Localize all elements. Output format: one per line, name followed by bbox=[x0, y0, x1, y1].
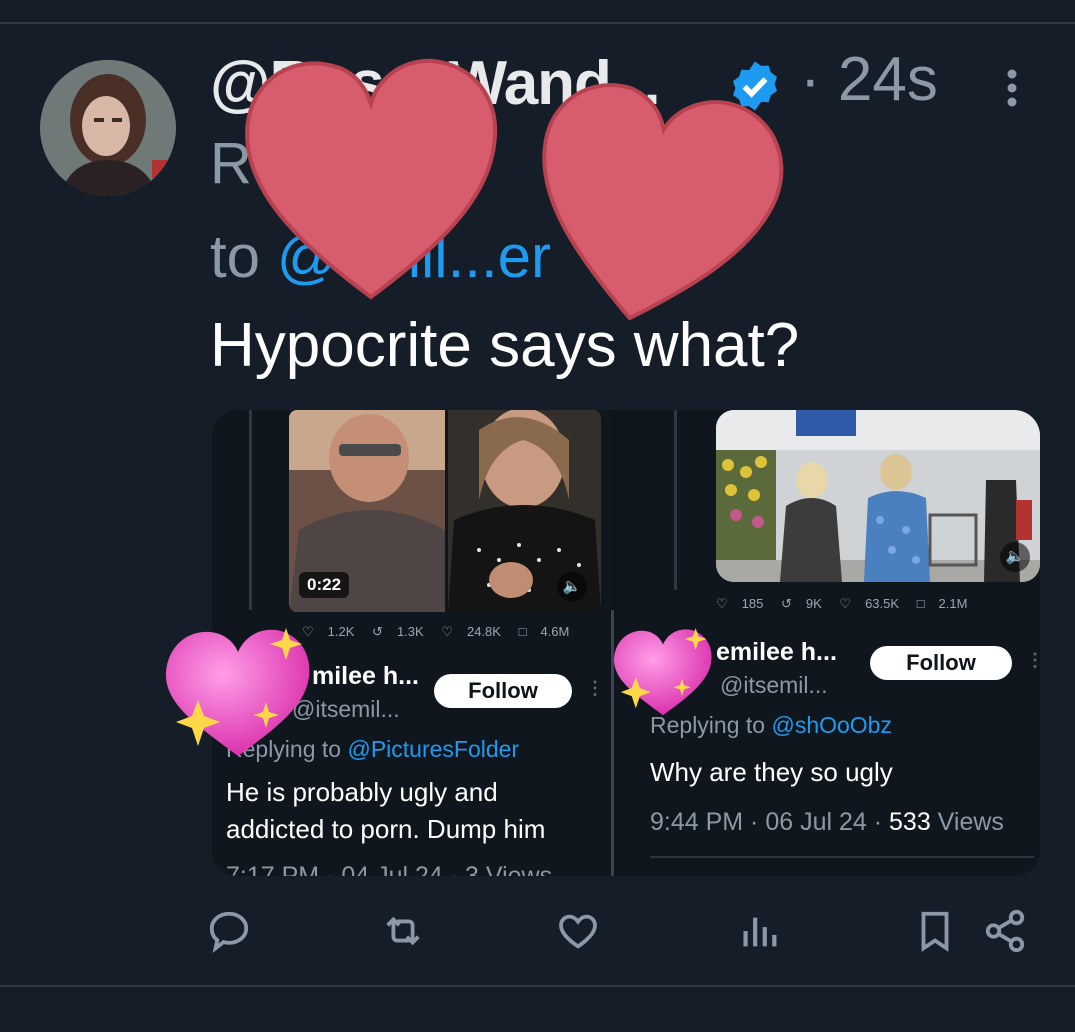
sparkle-heart-sticker-1 bbox=[165, 628, 310, 756]
stat-likes-right: 63.5K bbox=[865, 596, 900, 611]
embed-author-handle-right: @itsemil... bbox=[720, 672, 828, 698]
post-time: · 24s bbox=[800, 45, 938, 114]
embed-divider-right bbox=[650, 856, 1034, 858]
embedded-video-right[interactable]: 🔈 bbox=[716, 410, 1040, 582]
video-duration: 0:22 bbox=[299, 572, 350, 598]
embed-views-label-right: Views bbox=[930, 808, 1004, 836]
stat-views-right: 2.1M bbox=[938, 596, 968, 611]
stat-reposts-right: 9K bbox=[805, 596, 822, 611]
thread-line-right bbox=[674, 410, 677, 590]
embed-text-left: He is probably ugly and addicted to porn… bbox=[226, 777, 546, 844]
embed-stats-right: ♡ 185 ↺ 9K ♡ 63.5K □ 2.1M bbox=[716, 596, 968, 611]
embed-text-right: Why are they so ugly bbox=[650, 757, 893, 787]
views-icon[interactable] bbox=[736, 908, 782, 954]
sparkle-heart-sticker-2 bbox=[613, 628, 712, 716]
retweet-icon[interactable] bbox=[380, 908, 426, 954]
reply-icon[interactable] bbox=[206, 908, 252, 954]
embed-more-icon[interactable]: ⋮ bbox=[586, 678, 604, 699]
heart-sticker-1 bbox=[245, 58, 498, 300]
avatar-image bbox=[40, 60, 176, 196]
mute-icon-right[interactable]: 🔈 bbox=[1000, 542, 1030, 572]
stat-likes: 24.8K bbox=[466, 624, 501, 639]
bookmark-icon[interactable] bbox=[912, 908, 958, 954]
embed-more-icon-right[interactable]: ⋮ bbox=[1026, 650, 1040, 671]
more-icon[interactable] bbox=[992, 66, 1032, 110]
video-thumbnail-right bbox=[716, 410, 1040, 582]
like-icon[interactable] bbox=[555, 908, 601, 954]
tweet-text: Hypocrite says what? bbox=[210, 311, 800, 380]
stat-views: 4.6M bbox=[540, 624, 570, 639]
embed-replying-mention[interactable]: @PicturesFolder bbox=[347, 736, 519, 762]
mute-icon[interactable]: 🔈 bbox=[557, 572, 587, 602]
embed-author-name: milee h... bbox=[312, 662, 419, 690]
embed-meta-left: 7:17 PM · 04 Jul 24 · 3 Views bbox=[226, 862, 553, 876]
embed-author-name-right: emilee h... bbox=[716, 638, 837, 666]
share-icon[interactable] bbox=[982, 908, 1028, 954]
top-divider bbox=[0, 22, 1075, 24]
follow-button-right[interactable]: Follow bbox=[870, 646, 1012, 680]
embed-views-count-right: 533 bbox=[889, 808, 931, 836]
stat-replies: 1.2K bbox=[327, 624, 355, 639]
heart-sticker-2 bbox=[542, 83, 784, 321]
follow-button-left[interactable]: Follow bbox=[434, 674, 572, 708]
embedded-video[interactable]: 0:22 🔈 bbox=[289, 410, 601, 612]
embed-meta-time-right: 9:44 PM · 06 Jul 24 · bbox=[650, 808, 890, 836]
embed-meta-right: 9:44 PM · 06 Jul 24 · 533 Views bbox=[650, 808, 1004, 837]
avatar[interactable] bbox=[40, 60, 176, 196]
stat-replies-right: 185 bbox=[741, 596, 764, 611]
embed-stats-left: ♡ 1.2K ↺ 1.3K ♡ 24.8K □ 4.6M bbox=[302, 624, 570, 639]
stat-reposts: 1.3K bbox=[396, 624, 424, 639]
thread-line bbox=[249, 410, 252, 610]
bottom-divider bbox=[0, 985, 1075, 987]
embed-replying-mention-right[interactable]: @shOoObz bbox=[771, 712, 892, 738]
